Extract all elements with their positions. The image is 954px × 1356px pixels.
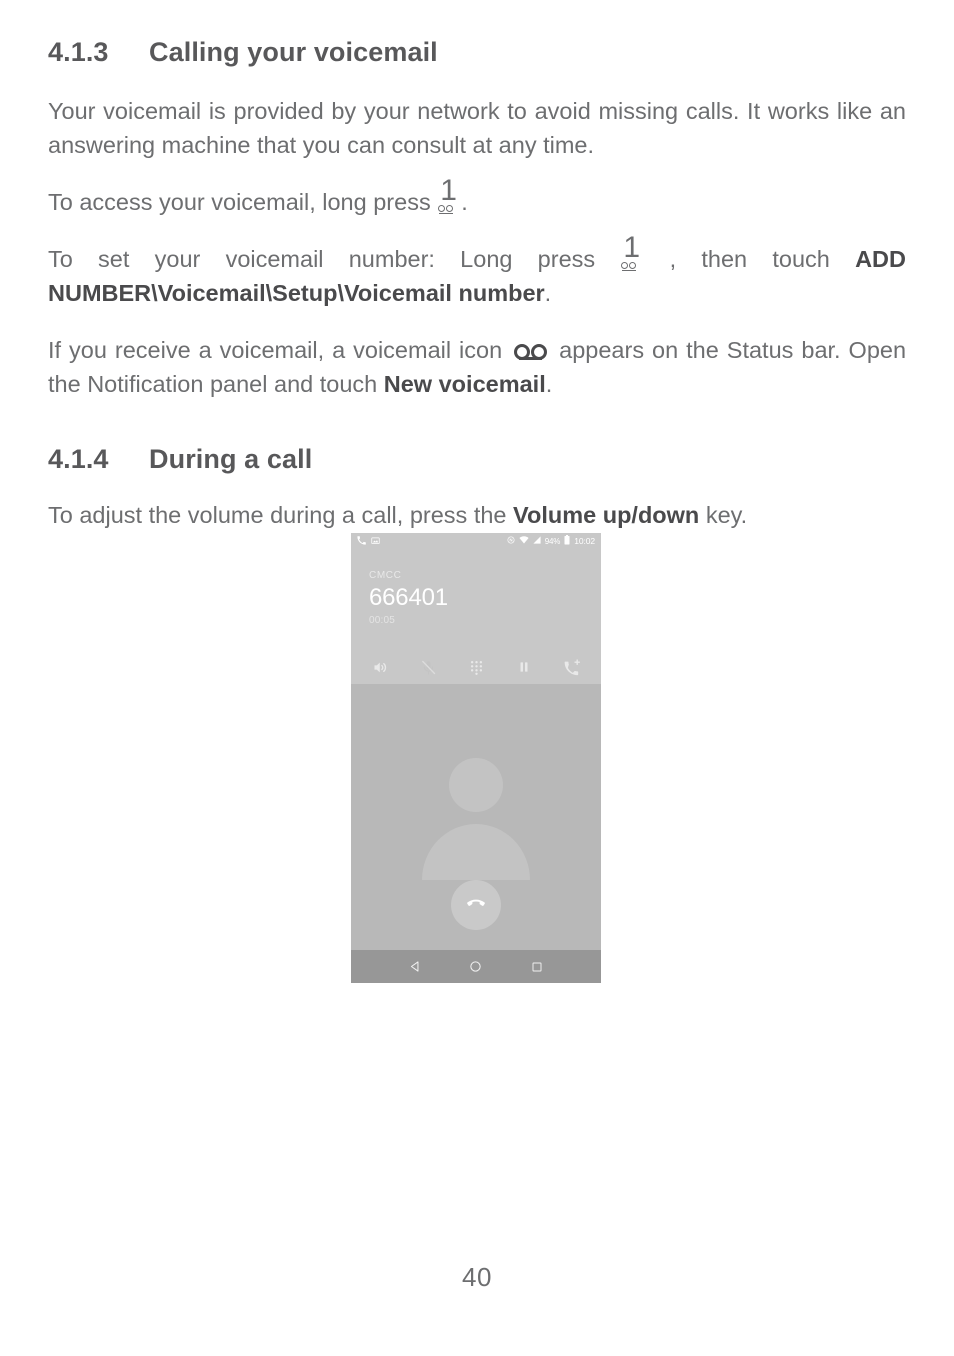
cellular-signal-icon	[533, 536, 541, 546]
paragraph-adjust-volume: To adjust the volume during a call, pres…	[48, 498, 906, 532]
paragraph-receive-voicemail: If you receive a voicemail, a voicemail …	[48, 333, 906, 401]
paragraph-text: To set your voicemail number: Long press	[48, 246, 596, 273]
battery-percent-label: 94%	[544, 536, 561, 546]
section-title: During a call	[149, 444, 313, 475]
voicemail-status-icon	[514, 344, 548, 361]
new-voicemail-emphasis: New voicemail	[383, 371, 546, 398]
avatar-head	[449, 758, 503, 812]
volume-key-emphasis: Volume up/down	[513, 501, 700, 528]
paragraph-set-voicemail-number: To set your voicemail number: Long press…	[48, 233, 906, 310]
battery-icon	[564, 535, 570, 547]
phone-call-icon	[357, 535, 366, 547]
carrier-label: CMCC	[369, 570, 402, 581]
paragraph-voicemail-intro: Your voicemail is provided by your netwo…	[48, 98, 906, 159]
speaker-icon[interactable]	[369, 656, 391, 678]
call-duration: 00:05	[369, 615, 396, 626]
document-page: 4.1.3 Calling your voicemail Your voicema…	[0, 0, 954, 1356]
dial-key-digit: 1	[440, 174, 457, 208]
in-call-action-row	[351, 656, 601, 678]
paragraph-text-end: .	[461, 189, 468, 216]
voicemail-reel-mark	[621, 262, 639, 271]
page-number: 40	[462, 1262, 492, 1292]
mute-microphone-icon[interactable]	[417, 656, 439, 678]
page-content: 4.1.3 Calling your voicemail Your voicema…	[48, 36, 906, 555]
paragraph-text-end: .	[545, 371, 553, 398]
voicemail-reel-mark	[438, 205, 456, 214]
paragraph-text-end: .	[544, 280, 552, 307]
screenshot-image-icon	[371, 536, 380, 547]
dialpad-icon[interactable]	[465, 656, 487, 678]
wifi-icon	[519, 536, 529, 546]
paragraph-text: If you receive a voicemail, a voicemail …	[48, 337, 503, 364]
contact-avatar-area	[351, 684, 601, 950]
caller-number: 666401	[369, 584, 448, 611]
nav-back-icon[interactable]	[407, 959, 423, 975]
end-call-icon	[465, 892, 487, 919]
vibrate-mode-icon	[507, 536, 515, 546]
section-number: 4.1.4	[48, 444, 109, 475]
paragraph-text-end: key.	[705, 501, 748, 528]
paragraph-text-mid: , then touch	[669, 246, 830, 273]
section-heading-4-1-3: 4.1.3 Calling your voicemail	[48, 36, 906, 68]
add-call-icon[interactable]	[561, 656, 583, 678]
call-info: CMCC 666401 00:05	[369, 570, 583, 627]
dial-key-1-voicemail-icon: 1	[621, 233, 642, 271]
paragraph-text: To adjust the volume during a call, pres…	[48, 501, 507, 528]
phone-screenshot-figure: 94% 10:02 CMCC 666401 00:05	[351, 533, 601, 983]
section-title: Calling your voicemail	[149, 37, 438, 67]
paragraph-access-voicemail: To access your voicemail, long press 1 .	[48, 176, 906, 219]
section-heading-4-1-4: 4.1.4 During a call	[48, 443, 906, 475]
paragraph-text: To access your voicemail, long press	[48, 189, 431, 216]
status-bar-clock: 10:02	[574, 536, 595, 546]
end-call-button[interactable]	[451, 880, 501, 930]
android-navigation-bar	[351, 950, 601, 983]
hold-pause-icon[interactable]	[513, 656, 535, 678]
in-call-header: 94% 10:02 CMCC 666401 00:05	[351, 533, 601, 684]
dial-key-1-voicemail-icon: 1	[438, 176, 459, 214]
status-bar: 94% 10:02	[351, 533, 601, 549]
dial-key-digit: 1	[623, 231, 641, 265]
nav-recents-icon[interactable]	[529, 959, 545, 975]
nav-home-icon[interactable]	[468, 959, 484, 975]
avatar-body	[422, 824, 530, 880]
section-number: 4.1.3	[48, 37, 109, 67]
